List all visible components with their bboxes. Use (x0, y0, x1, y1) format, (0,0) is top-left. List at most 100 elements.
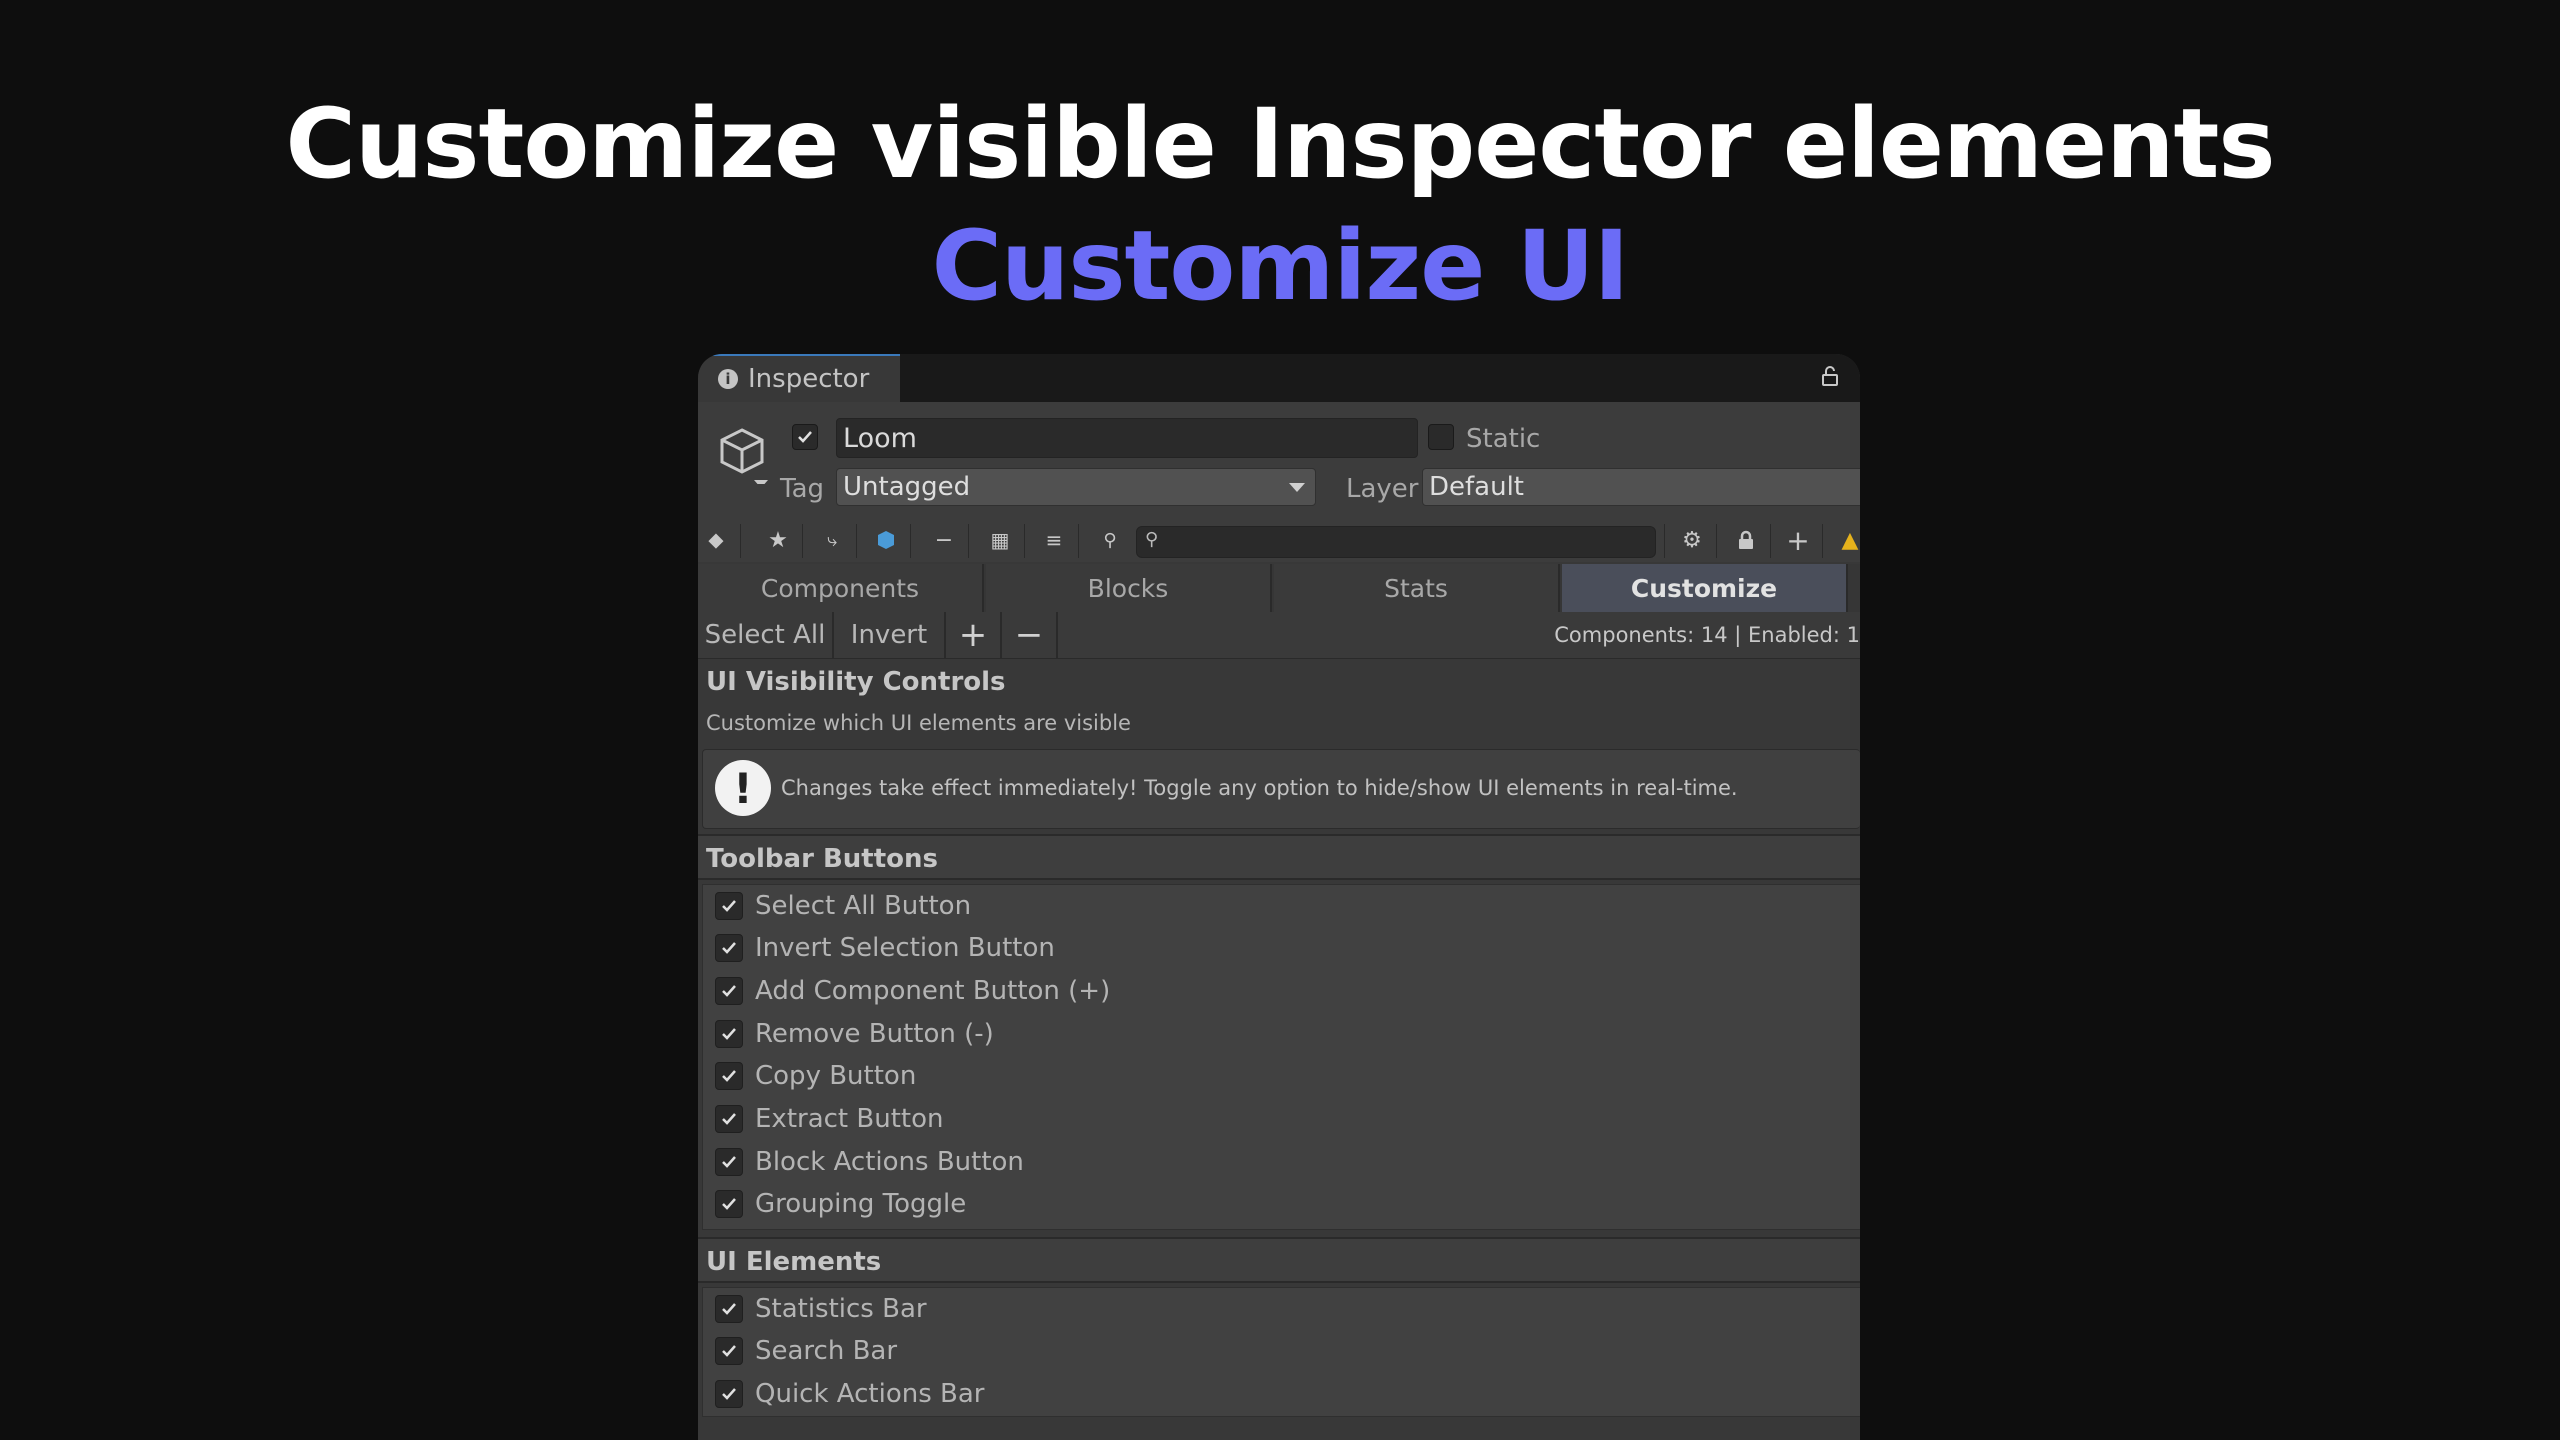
gameobject-cube-icon[interactable] (712, 424, 772, 484)
checkbox[interactable] (715, 1337, 743, 1365)
ui-elements-group: Statistics Bar Search Bar Quick Actions … (702, 1287, 1860, 1417)
inspector-tabs: Components Blocks Stats Customize (698, 564, 1860, 613)
object-header: Loom Static Tag Untagged Layer Default ⬥… (698, 402, 1860, 562)
static-checkbox[interactable] (1428, 424, 1454, 450)
toggle-label: Search Bar (755, 1336, 898, 1366)
remove-button[interactable]: − (1002, 612, 1058, 658)
tab-customize[interactable]: Customize (1562, 564, 1848, 612)
hierarchy-icon[interactable]: ⤷ (814, 524, 850, 556)
check-icon (722, 1198, 736, 1210)
toggle-row[interactable]: Statistics Bar (715, 1288, 927, 1330)
checkbox[interactable] (715, 892, 743, 920)
toggle-row[interactable]: Invert Selection Button (715, 927, 1055, 969)
toolbar-buttons-group: Select All Button Invert Selection Butto… (702, 884, 1860, 1230)
check-icon (722, 1303, 736, 1315)
tag-icon[interactable]: ⬥ (698, 524, 734, 556)
toggle-label: Add Component Button (+) (755, 976, 1111, 1006)
tab-stats[interactable]: Stats (1274, 564, 1560, 612)
active-checkbox[interactable] (792, 424, 818, 450)
static-label: Static (1466, 424, 1541, 454)
gear-icon[interactable]: ⚙ (1674, 524, 1710, 556)
tab-blocks[interactable]: Blocks (986, 564, 1272, 612)
check-icon (722, 1345, 736, 1357)
component-stats: Components: 14 | Enabled: 1 (1554, 623, 1860, 647)
check-icon (722, 1113, 736, 1125)
toggle-label: Extract Button (755, 1104, 944, 1134)
headline: Customize visible Inspector elements (285, 88, 2276, 200)
tab-components[interactable]: Components (698, 564, 984, 612)
checkbox[interactable] (715, 1148, 743, 1176)
invert-button[interactable]: Invert (834, 612, 946, 658)
checkbox[interactable] (715, 1020, 743, 1048)
toggle-row[interactable]: Grouping Toggle (715, 1183, 966, 1225)
controls-subtitle: Customize which UI elements are visible (706, 711, 1131, 735)
toggle-row[interactable]: Search Bar (715, 1330, 897, 1372)
toggle-row[interactable]: Quick Actions Bar (715, 1373, 984, 1415)
toggle-label: Statistics Bar (755, 1294, 927, 1324)
toggle-row[interactable]: Extract Button (715, 1098, 943, 1140)
toggle-row[interactable]: Remove Button (-) (715, 1013, 994, 1055)
toggle-label: Remove Button (-) (755, 1019, 994, 1049)
toolbar-buttons-header[interactable]: Toolbar Buttons (698, 834, 1860, 880)
inspector-tab-label: Inspector (748, 364, 870, 394)
checkbox[interactable] (715, 977, 743, 1005)
toggle-label: Quick Actions Bar (755, 1379, 985, 1409)
toggle-row[interactable]: Block Actions Button (715, 1141, 1024, 1183)
check-icon (722, 1156, 736, 1168)
info-icon: i (718, 369, 738, 389)
action-bar: Select All Invert + − Components: 14 | E… (698, 612, 1860, 659)
toggle-label: Select All Button (755, 891, 972, 921)
search-field-icon: ⚲ (1145, 529, 1159, 550)
checkbox[interactable] (715, 1105, 743, 1133)
star-icon[interactable]: ★ (760, 524, 796, 556)
lock-icon[interactable] (1728, 524, 1764, 556)
checkbox[interactable] (715, 1380, 743, 1408)
check-icon (722, 1028, 736, 1040)
info-help-box: ! Changes take effect immediately! Toggl… (702, 749, 1860, 829)
object-name-field[interactable]: Loom (836, 418, 1418, 458)
toggle-label: Copy Button (755, 1061, 917, 1091)
save-icon[interactable]: ▦ (982, 524, 1018, 556)
tag-value: Untagged (843, 472, 971, 502)
window-tab-bar: i Inspector (698, 354, 1860, 402)
checkbox[interactable] (715, 1062, 743, 1090)
inspector-tab[interactable]: i Inspector (698, 354, 900, 402)
toggle-row[interactable]: Select All Button (715, 885, 971, 927)
layer-dropdown[interactable]: Default (1422, 468, 1860, 506)
search-icon: ⚲ (1103, 529, 1117, 551)
toggle-row[interactable]: Add Component Button (+) (715, 970, 1110, 1012)
layer-label: Layer (1346, 474, 1419, 504)
lock-icon[interactable] (1822, 366, 1838, 386)
minus-icon[interactable]: − (926, 524, 962, 556)
toggle-label: Grouping Toggle (755, 1189, 967, 1219)
check-icon (798, 431, 812, 443)
list-icon[interactable]: ≡ (1036, 524, 1072, 556)
toggle-label: Invert Selection Button (755, 933, 1055, 963)
help-text: Changes take effect immediately! Toggle … (781, 776, 1738, 800)
toggle-label: Block Actions Button (755, 1147, 1024, 1177)
plus-icon[interactable]: + (1780, 524, 1816, 557)
toolbar-buttons-title: Toolbar Buttons (706, 844, 938, 874)
check-icon (722, 900, 736, 912)
prefab-icon[interactable] (868, 524, 904, 556)
inspector-window: i Inspector Loom Static Tag Untagged Lay… (698, 354, 1860, 1440)
checkbox[interactable] (715, 934, 743, 962)
subheadline: Customize UI (931, 210, 1630, 322)
add-button[interactable]: + (946, 612, 1002, 658)
checkbox[interactable] (715, 1190, 743, 1218)
warning-icon[interactable]: ▲ (1832, 524, 1860, 556)
chevron-down-icon (1289, 483, 1305, 492)
search-input[interactable]: ⚲ (1136, 526, 1656, 558)
tag-dropdown[interactable]: Untagged (836, 468, 1316, 506)
select-all-button[interactable]: Select All (698, 612, 834, 658)
ui-elements-title: UI Elements (706, 1247, 882, 1277)
check-icon (722, 1070, 736, 1082)
padlock-icon (1739, 530, 1753, 549)
toggle-row[interactable]: Copy Button (715, 1055, 916, 1097)
tag-label: Tag (780, 474, 825, 504)
controls-title: UI Visibility Controls (706, 667, 1006, 697)
prefab-cube-icon (878, 531, 894, 549)
check-icon (722, 1388, 736, 1400)
checkbox[interactable] (715, 1295, 743, 1323)
ui-elements-header[interactable]: UI Elements (698, 1237, 1860, 1283)
